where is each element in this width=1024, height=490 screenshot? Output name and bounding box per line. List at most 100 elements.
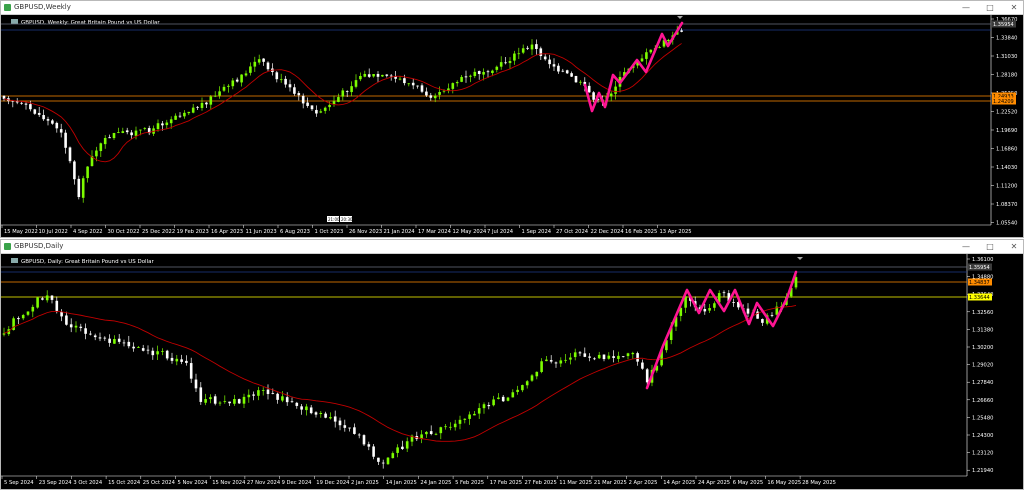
candle-body bbox=[407, 83, 411, 85]
candle-body bbox=[271, 393, 275, 394]
candle-body bbox=[134, 130, 138, 136]
candle-body bbox=[405, 441, 409, 449]
candle-body bbox=[319, 412, 323, 415]
last-bar-marker-icon bbox=[677, 16, 683, 19]
candle-body bbox=[146, 349, 150, 351]
candle-body bbox=[367, 74, 371, 77]
candle-body bbox=[108, 137, 111, 139]
candle-body bbox=[2, 333, 6, 335]
candle-body bbox=[401, 446, 404, 450]
candle-body bbox=[794, 277, 798, 288]
price-label: 1.31030 bbox=[996, 54, 1017, 60]
date-label: 24 Apr 2025 bbox=[698, 480, 730, 486]
candle-body bbox=[338, 420, 342, 426]
price-label: 1.22520 bbox=[996, 110, 1017, 116]
maximize-button[interactable]: □ bbox=[985, 1, 995, 14]
close-button[interactable]: ✕ bbox=[1009, 240, 1019, 253]
price-label: 1.27840 bbox=[972, 380, 993, 386]
candle-body bbox=[122, 342, 126, 344]
candle-body bbox=[495, 66, 499, 70]
candle-body bbox=[587, 85, 591, 93]
daily-price-chart[interactable]: GBPUSD, Daily: Great Britain Pound vs US… bbox=[1, 254, 1023, 489]
price-tag-label: 1.33644 bbox=[969, 295, 990, 301]
candle-body bbox=[411, 82, 415, 86]
maximize-button[interactable]: □ bbox=[985, 240, 995, 253]
price-label: 1.05540 bbox=[996, 221, 1017, 227]
candle-body bbox=[554, 362, 558, 364]
candle-body bbox=[434, 433, 438, 435]
candle-body bbox=[310, 105, 314, 110]
date-label: 5 Feb 2025 bbox=[455, 480, 484, 486]
candle-body bbox=[237, 399, 241, 404]
weekly-price-chart[interactable]: GBPUSD, Weekly: Great Britain Pound vs U… bbox=[1, 15, 1023, 237]
candle-body bbox=[539, 48, 543, 57]
candle-body bbox=[288, 84, 292, 88]
candle-body bbox=[559, 360, 563, 364]
date-label: 14 Apr 2025 bbox=[663, 480, 695, 486]
candle-body bbox=[84, 328, 87, 334]
candle-body bbox=[2, 95, 6, 99]
candle-body bbox=[257, 390, 260, 396]
candle-body bbox=[732, 302, 735, 303]
candle-body bbox=[240, 74, 243, 83]
date-label: 1 Sep 2024 bbox=[522, 229, 552, 235]
candle-body bbox=[486, 71, 490, 73]
price-label: 1.33840 bbox=[996, 36, 1017, 42]
candle-body bbox=[333, 416, 337, 422]
date-label: 9 Dec 2024 bbox=[282, 480, 313, 486]
candle-body bbox=[372, 446, 375, 457]
candle-body bbox=[103, 337, 107, 339]
candle-body bbox=[199, 387, 203, 402]
daily-titlebar[interactable]: GBPUSD,Daily — □ ✕ bbox=[1, 240, 1023, 254]
price-label: 1.29020 bbox=[972, 363, 993, 369]
candle-body bbox=[26, 311, 30, 315]
candle-body bbox=[218, 402, 222, 404]
candle-body bbox=[761, 319, 764, 323]
candle-body bbox=[353, 427, 356, 434]
drawn-pattern-line[interactable] bbox=[645, 270, 798, 390]
date-label: 4 Sep 2022 bbox=[73, 229, 103, 235]
candle-body bbox=[139, 129, 142, 131]
candle-body bbox=[549, 360, 553, 362]
candle-body bbox=[228, 401, 231, 404]
candle-body bbox=[315, 109, 318, 114]
date-label: 15 Oct 2024 bbox=[108, 480, 141, 486]
candle-body bbox=[631, 352, 635, 355]
candle-body bbox=[24, 103, 28, 105]
candle-body bbox=[314, 412, 318, 415]
candle-body bbox=[50, 295, 54, 300]
price-label: 1.11200 bbox=[996, 184, 1017, 190]
candle-body bbox=[703, 309, 707, 312]
candle-body bbox=[396, 447, 399, 453]
candle-body bbox=[491, 70, 494, 73]
candle-body bbox=[482, 404, 486, 409]
candle-body bbox=[463, 418, 467, 420]
date-label: 1 Oct 2023 bbox=[315, 229, 344, 235]
candle-body bbox=[196, 106, 199, 108]
minimize-button[interactable]: — bbox=[961, 1, 971, 14]
weekly-chart-window[interactable]: GBPUSD,Weekly — □ ✕ GBPUSD, Weekly: Grea… bbox=[0, 0, 1024, 238]
candle-body bbox=[501, 396, 505, 402]
candle-body bbox=[535, 44, 538, 49]
daily-chart-window[interactable]: GBPUSD,Daily — □ ✕ GBPUSD, Daily: Great … bbox=[0, 239, 1024, 490]
candle-body bbox=[592, 92, 595, 100]
candle-body bbox=[389, 75, 393, 77]
candle-body bbox=[151, 350, 155, 356]
flag-icon bbox=[11, 258, 18, 263]
candle-body bbox=[244, 73, 248, 76]
candle-body bbox=[143, 127, 147, 129]
minimize-button[interactable]: — bbox=[961, 240, 971, 253]
daily-chart-area[interactable]: GBPUSD, Daily: Great Britain Pound vs US… bbox=[1, 254, 1023, 489]
candle-body bbox=[469, 75, 472, 77]
weekly-chart-area[interactable]: GBPUSD, Weekly: Great Britain Pound vs U… bbox=[1, 15, 1023, 237]
candle-body bbox=[713, 303, 716, 308]
date-label: 19 Feb 2023 bbox=[177, 229, 209, 235]
date-label: 11 Mar 2025 bbox=[559, 480, 592, 486]
close-button[interactable]: ✕ bbox=[1009, 1, 1019, 14]
candle-body bbox=[543, 56, 547, 60]
candle-body bbox=[74, 325, 78, 328]
candle-body bbox=[381, 74, 384, 77]
candle-body bbox=[359, 75, 362, 80]
candle-body bbox=[497, 397, 500, 399]
weekly-titlebar[interactable]: GBPUSD,Weekly — □ ✕ bbox=[1, 1, 1023, 15]
